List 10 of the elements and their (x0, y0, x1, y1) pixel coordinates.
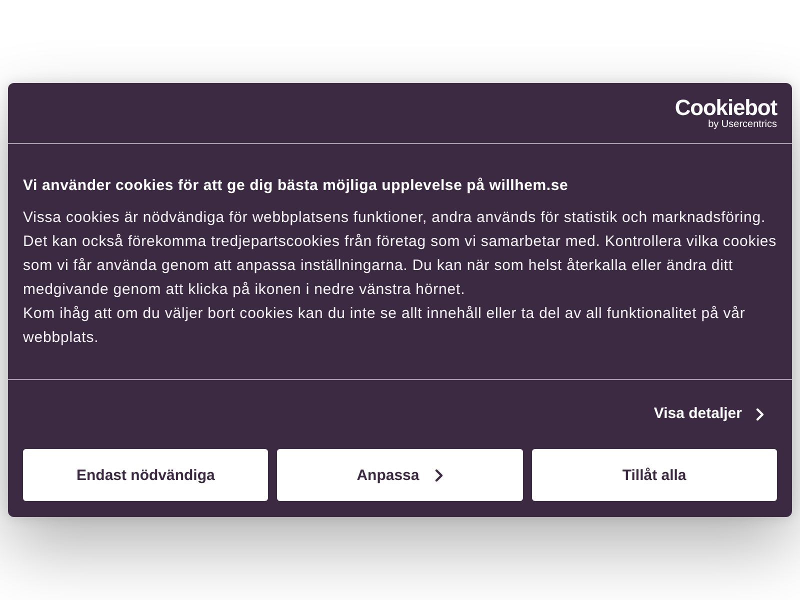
logo-wordmark: Cookiebot (674, 96, 777, 118)
details-link[interactable]: Visa detaljer (654, 404, 777, 424)
banner-heading: Vi använder cookies för att ge dig bästa möjliga upplevelse på willhem.se (23, 177, 570, 195)
banner-paragraph: Vissa cookies är nödvändiga för webbplatsens funktioner, andra används för statistik och marknadsföring. Det kan också förekomma tredjepartscookies från företag som vi samarbetar med. Kontrollera vilka cookies som vi får använda genom att anpassa inställningarna. Du kan när som helst återkalla eller ändra ditt medgivande genom att klicka på ikonen i nedre vänstra hörnet. (23, 208, 777, 300)
customize-button[interactable]: Anpassa (277, 449, 523, 501)
chevron-right-icon (756, 408, 764, 420)
banner-paragraph: Kom ihåg att om du väljer bort cookies kan du inte se allt innehåll eller ta del av all funktionalitet på vår webbplats. (23, 304, 746, 348)
action-button[interactable]: Endast nödvändiga (23, 449, 268, 501)
action-button[interactable]: Tillåt alla (532, 449, 777, 501)
logo-byline: by Usercentrics (708, 118, 777, 130)
